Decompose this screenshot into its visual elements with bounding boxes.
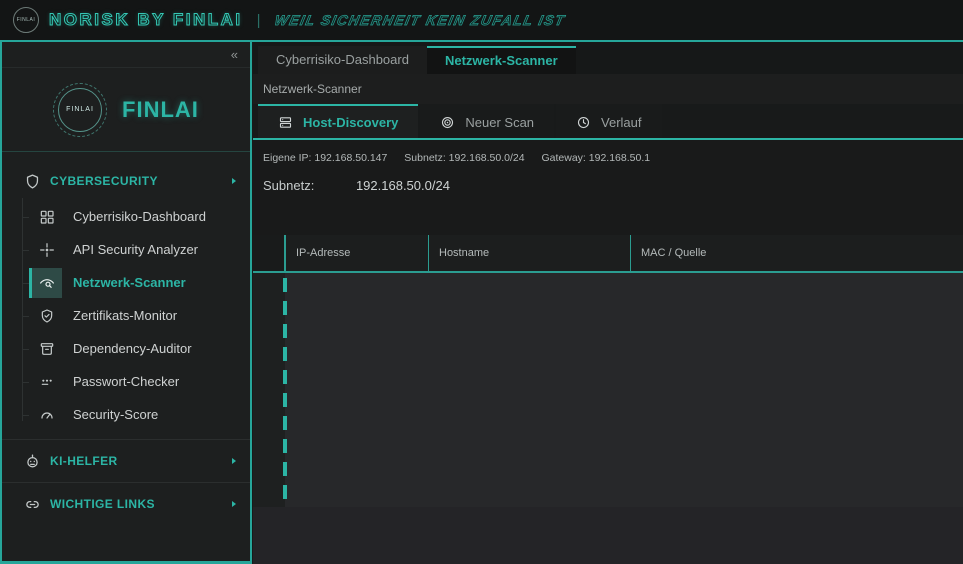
- tab-netzwerk-scanner[interactable]: Netzwerk-Scanner: [426, 46, 576, 74]
- sidebar-item-cyberrisiko-dashboard[interactable]: Cyberrisiko-Dashboard: [2, 200, 250, 233]
- subtab-neuer-scan[interactable]: Neuer Scan: [420, 104, 555, 138]
- subtab-verlauf[interactable]: Verlauf: [556, 104, 662, 138]
- shield-icon: [24, 173, 41, 190]
- sidebar-section-ki-helfer[interactable]: KI-HELFER: [2, 444, 250, 478]
- sidebar-menu: CYBERSECURITY Cyberrisiko-Dashboard API …: [2, 152, 250, 521]
- sidebar-collapse-row: «: [2, 42, 250, 68]
- link-icon: [24, 496, 41, 513]
- sidebar-divider: [2, 482, 250, 483]
- tab-cyberrisiko-dashboard[interactable]: Cyberrisiko-Dashboard: [258, 46, 427, 74]
- top-header-bar: FINLAI NORISK BY FINLAI | WEIL SICHERHEI…: [0, 0, 963, 42]
- scanner-subtabs: Host-Discovery Neuer Scan Verlauf: [253, 104, 963, 140]
- own-ip-info: Eigene IP: 192.168.50.147: [263, 152, 388, 164]
- network-info-line: Eigene IP: 192.168.50.147 Subnetz: 192.1…: [253, 140, 963, 164]
- page-tabs: Cyberrisiko-Dashboard Netzwerk-Scanner: [253, 42, 963, 74]
- column-header-mac: MAC / Quelle: [630, 235, 963, 271]
- chevron-right-icon: [232, 178, 236, 184]
- sidebar-collapse-button[interactable]: «: [231, 48, 238, 61]
- finlai-badge-text: FINLAI: [66, 106, 94, 113]
- table-empty-area: [285, 273, 963, 507]
- sidebar-item-netzwerk-scanner[interactable]: Netzwerk-Scanner: [2, 266, 250, 299]
- brand-tagline: WEIL SICHERHEIT KEIN ZUFALL IST: [272, 12, 567, 29]
- finlai-wordmark: FINLAI: [122, 96, 199, 122]
- shield-check-icon: [32, 301, 62, 331]
- sidebar-item-security-score[interactable]: Security-Score: [2, 398, 250, 431]
- radar-icon: [440, 115, 455, 130]
- sidebar-item-label: Cyberrisiko-Dashboard: [73, 209, 206, 224]
- subtab-label: Neuer Scan: [465, 114, 535, 130]
- archive-icon: [32, 334, 62, 364]
- sidebar-section-label: CYBERSECURITY: [50, 174, 158, 188]
- sidebar-logo-block: FINLAI FINLAI: [2, 68, 250, 152]
- finlai-logo-text: FINLAI: [16, 17, 36, 23]
- password-icon: [32, 367, 62, 397]
- sidebar-item-zertifikats-monitor[interactable]: Zertifikats-Monitor: [2, 299, 250, 332]
- host-table: IP-Adresse Hostname MAC / Quelle: [253, 235, 963, 564]
- subnet-field-label: Subnetz:: [263, 178, 315, 193]
- subtab-host-discovery[interactable]: Host-Discovery: [258, 104, 419, 138]
- network-scan-icon: [32, 267, 62, 298]
- finlai-logo-icon: FINLAI: [13, 7, 39, 33]
- column-header-index: [253, 235, 285, 271]
- sidebar-item-dependency-auditor[interactable]: Dependency-Auditor: [2, 332, 250, 365]
- finlai-badge-icon: FINLAI: [53, 82, 108, 137]
- sidebar-item-passwort-checker[interactable]: Passwort-Checker: [2, 365, 250, 398]
- gauge-icon: [32, 400, 62, 430]
- app-window: FINLAI NORISK BY FINLAI | WEIL SICHERHEI…: [0, 0, 963, 564]
- host-table-header: IP-Adresse Hostname MAC / Quelle: [253, 235, 963, 273]
- host-table-body: [253, 273, 963, 507]
- subnet-info: Subnetz: 192.168.50.0/24: [404, 152, 525, 164]
- sidebar-item-api-security-analyzer[interactable]: API Security Analyzer: [2, 233, 250, 266]
- sidebar-item-label: Zertifikats-Monitor: [73, 308, 178, 323]
- gateway-info: Gateway: 192.168.50.1: [541, 152, 651, 164]
- sidebar-section-cybersecurity[interactable]: CYBERSECURITY: [2, 164, 250, 198]
- subnet-field-row: Subnetz: 192.168.50.0/24: [253, 164, 963, 193]
- sidebar-item-label: Dependency-Auditor: [73, 341, 192, 356]
- sidebar-item-label: Netzwerk-Scanner: [73, 275, 186, 290]
- chevron-right-icon: [232, 458, 236, 464]
- main-content: Cyberrisiko-Dashboard Netzwerk-Scanner N…: [253, 42, 963, 564]
- sidebar-item-label: Security-Score: [73, 407, 159, 422]
- finlai-badge-ring: FINLAI: [58, 87, 103, 132]
- sidebar-section-label: WICHTIGE LINKS: [50, 497, 155, 511]
- chevron-right-icon: [232, 501, 236, 507]
- subtab-label: Host-Discovery: [303, 114, 399, 130]
- crosshair-icon: [32, 235, 62, 265]
- server-icon: [278, 115, 293, 130]
- sidebar-item-label: API Security Analyzer: [73, 242, 198, 257]
- row-index-column: [253, 273, 287, 507]
- breadcrumb: Netzwerk-Scanner: [263, 82, 362, 96]
- column-header-ip: IP-Adresse: [285, 235, 428, 271]
- clock-icon: [576, 115, 591, 130]
- dashboard-icon: [32, 202, 62, 232]
- subnet-field-value: 192.168.50.0/24: [355, 178, 450, 193]
- brand-separator: |: [256, 11, 261, 29]
- robot-icon: [24, 453, 41, 470]
- sidebar-section-wichtige-links[interactable]: WICHTIGE LINKS: [2, 487, 250, 521]
- sidebar: « FINLAI FINLAI CYBERSECURITY Cyberrisik…: [0, 42, 252, 564]
- subtab-label: Verlauf: [601, 114, 642, 130]
- sidebar-items: Cyberrisiko-Dashboard API Security Analy…: [2, 198, 250, 435]
- sidebar-section-label: KI-HELFER: [50, 454, 118, 468]
- column-header-hostname: Hostname: [428, 235, 630, 271]
- sidebar-item-label: Passwort-Checker: [73, 374, 180, 389]
- breadcrumb-row: Netzwerk-Scanner: [253, 74, 963, 104]
- sidebar-divider: [2, 439, 250, 440]
- brand-title: NORISK BY FINLAI: [49, 10, 243, 30]
